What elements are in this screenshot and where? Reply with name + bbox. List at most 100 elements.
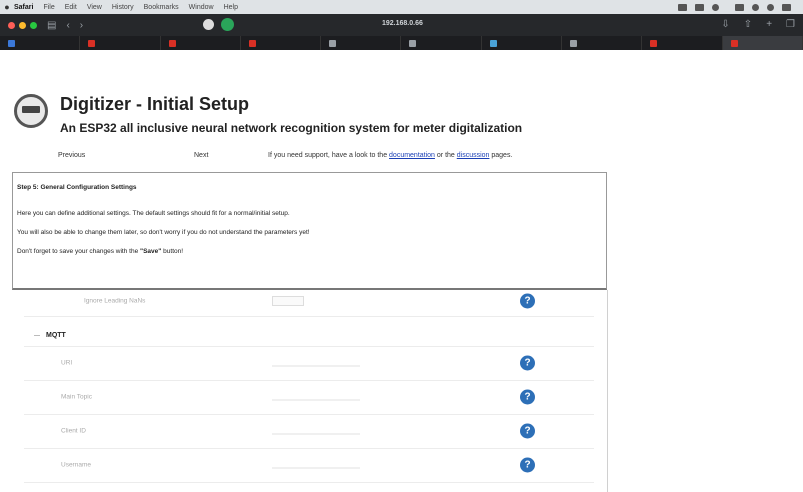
browser-tab[interactable] <box>0 36 81 50</box>
page-subtitle: An ESP32 all inclusive neural network re… <box>60 121 523 135</box>
tab-overview-icon[interactable]: ❐ <box>786 19 795 30</box>
next-button[interactable]: Next <box>194 152 208 159</box>
wizard-nav: Previous Next If you need support, have … <box>12 150 607 164</box>
window-controls <box>8 21 37 29</box>
content-divider <box>607 290 608 492</box>
step-line-1: Here you can define additional settings.… <box>17 210 290 217</box>
previous-button[interactable]: Previous <box>58 152 85 159</box>
browser-tab[interactable] <box>241 36 322 50</box>
section-header-mqtt: MQTT <box>24 326 594 347</box>
uri-input[interactable] <box>272 360 360 367</box>
tab-favicon-icon <box>88 39 96 47</box>
control-center-icon[interactable] <box>782 3 791 11</box>
tab-favicon-icon <box>8 39 15 47</box>
menu-history[interactable]: History <box>112 4 134 11</box>
save-keyword: "Save" <box>140 248 162 255</box>
tab-favicon-icon <box>570 39 578 47</box>
sidebar-toggle-icon[interactable]: ▤ <box>47 20 56 31</box>
support-mid: or the <box>434 152 457 159</box>
digitizer-logo-icon <box>14 94 48 128</box>
status-clock-icon[interactable] <box>712 3 719 11</box>
menu-help[interactable]: Help <box>224 4 238 11</box>
help-icon[interactable]: ? <box>520 423 535 439</box>
browser-tab[interactable] <box>80 36 161 50</box>
browser-tab-active[interactable] <box>722 36 803 50</box>
menu-app-safari[interactable]: Safari <box>14 4 33 11</box>
share-icon[interactable]: ⇧ <box>744 19 752 30</box>
step-line-3-suffix: button! <box>161 248 184 255</box>
wifi-icon[interactable] <box>752 3 759 11</box>
apple-menu-icon[interactable]: ● <box>0 2 14 12</box>
toolbar-right-actions: ⇩ ⇧ + ❐ <box>721 19 795 30</box>
menu-file[interactable]: File <box>43 4 54 11</box>
main-topic-input[interactable] <box>272 394 360 401</box>
battery-icon[interactable] <box>735 3 744 11</box>
tab-favicon-icon <box>730 39 738 47</box>
support-suffix: pages. <box>489 152 513 159</box>
setting-label: Client ID <box>61 427 86 435</box>
status-dropbox-icon[interactable] <box>695 3 704 11</box>
step-line-3: Don't forget to save your changes with t… <box>17 248 183 255</box>
menu-edit[interactable]: Edit <box>65 4 77 11</box>
help-icon[interactable]: ? <box>520 457 535 473</box>
browser-tab[interactable] <box>562 36 643 50</box>
step-line-3-prefix: Don't forget to save your changes with t… <box>17 248 141 255</box>
setting-label: Main Topic <box>61 393 92 401</box>
setting-row-client-id: Client ID ? <box>24 414 594 449</box>
tab-favicon-icon <box>409 39 417 47</box>
download-icon[interactable]: ⇩ <box>721 19 729 30</box>
setting-row-main-topic: Main Topic ? <box>24 380 594 415</box>
spotlight-icon[interactable] <box>767 3 774 11</box>
minimize-window-button[interactable] <box>19 21 26 29</box>
new-tab-icon[interactable]: + <box>766 19 772 30</box>
browser-tab[interactable] <box>401 36 482 50</box>
tab-favicon-icon <box>168 39 176 47</box>
tab-bar <box>0 36 803 50</box>
setting-label: URI <box>61 359 73 367</box>
support-text: If you need support, have a look to the … <box>268 152 512 159</box>
setting-label: Username <box>61 461 91 469</box>
extension-icon[interactable] <box>221 18 234 31</box>
help-icon[interactable]: ? <box>520 355 535 371</box>
menubar-status-area <box>678 0 799 14</box>
browser-tab[interactable] <box>642 36 723 50</box>
browser-tab[interactable] <box>161 36 241 50</box>
step-line-2: You will also be able to change them lat… <box>17 229 310 236</box>
page-title: Digitizer - Initial Setup <box>60 94 250 114</box>
privacy-shield-icon[interactable] <box>203 19 214 30</box>
tab-favicon-icon <box>248 39 256 47</box>
support-prefix: If you need support, have a look to the <box>268 152 390 159</box>
step-heading: Step 5: General Configuration Settings <box>17 184 137 191</box>
tab-favicon-icon <box>489 39 497 47</box>
setting-row-ignore-leading-nan: Ignore Leading NaNs ? <box>24 286 594 317</box>
browser-tab[interactable] <box>321 36 402 50</box>
help-icon[interactable]: ? <box>520 293 535 309</box>
help-icon[interactable]: ? <box>520 389 535 405</box>
back-arrow-icon[interactable]: ‹ <box>66 20 69 31</box>
close-window-button[interactable] <box>8 21 15 29</box>
settings-table: Ignore Leading NaNs ? MQTT URI ? Main To… <box>24 286 594 492</box>
macos-menubar: ● Safari File Edit View History Bookmark… <box>0 0 803 14</box>
section-title: MQTT <box>46 332 66 339</box>
address-bar[interactable]: 192.168.0.66 <box>382 20 423 27</box>
menu-window[interactable]: Window <box>189 4 214 11</box>
step-description: Step 5: General Configuration Settings H… <box>12 172 607 290</box>
tab-favicon-icon <box>329 39 337 47</box>
setting-label: Ignore Leading NaNs <box>84 297 146 305</box>
ignore-leading-nan-select[interactable] <box>272 296 304 306</box>
section-toggle-icon[interactable] <box>34 335 40 336</box>
tab-favicon-icon <box>650 39 658 47</box>
client-id-input[interactable] <box>272 428 360 435</box>
forward-arrow-icon[interactable]: › <box>80 20 83 31</box>
maximize-window-button[interactable] <box>30 21 37 29</box>
status-app-icon[interactable] <box>678 3 687 11</box>
setting-row-username: Username ? <box>24 448 594 483</box>
browser-tab[interactable] <box>482 36 563 50</box>
setting-row-uri: URI ? <box>24 346 594 381</box>
documentation-link[interactable]: documentation <box>389 152 435 159</box>
menu-bookmarks[interactable]: Bookmarks <box>144 4 179 11</box>
browser-toolbar: ▤ ‹ › 192.168.0.66 ⇩ ⇧ + ❐ <box>0 14 803 36</box>
username-input[interactable] <box>272 462 360 469</box>
discussion-link[interactable]: discussion <box>457 152 490 159</box>
menu-view[interactable]: View <box>87 4 102 11</box>
